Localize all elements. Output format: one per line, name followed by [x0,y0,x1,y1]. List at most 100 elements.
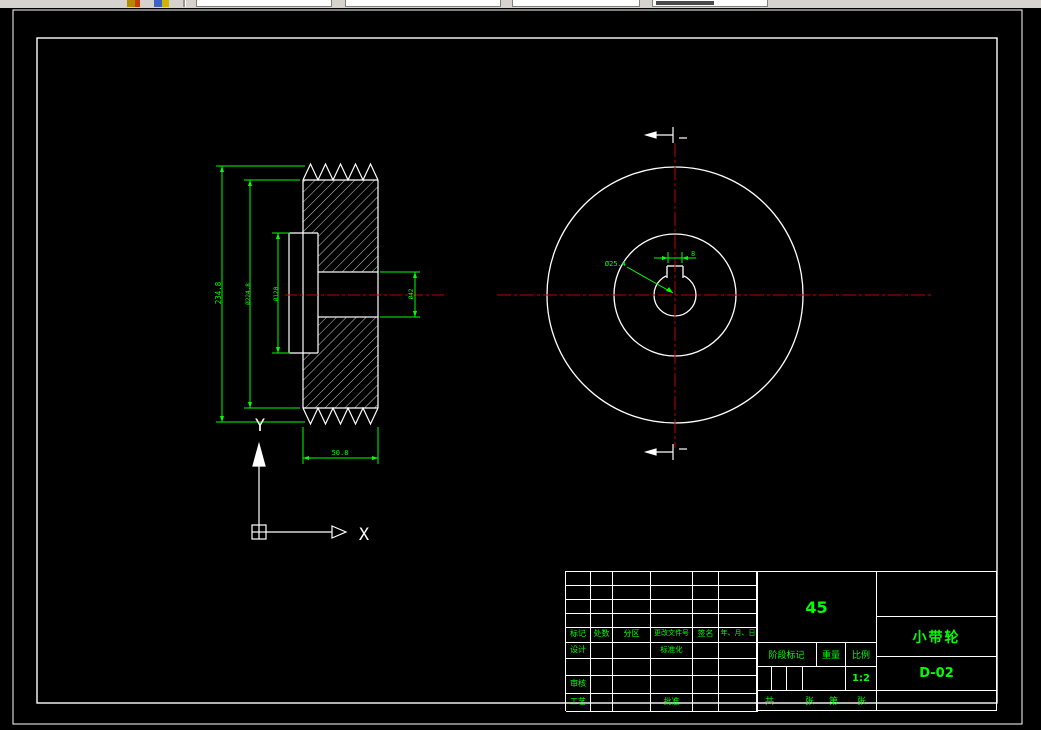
design-label: 设计 [566,643,591,659]
grid-cell [566,572,591,586]
grid-cell [566,600,591,614]
layer-combo[interactable] [196,0,332,7]
lineweight-swatch [656,1,714,5]
scale-value-cell: 1:2 [845,666,877,691]
stage-sub-cell [756,666,772,691]
grid-cell [719,614,758,628]
approve-label: 批准 [651,694,693,712]
title-block-grid: 标记 处数 分区 更改文件号 签名 年、月、日 设计 标准化 审核 工艺 批准 [565,571,758,712]
header-zone: 分区 [613,628,651,643]
bottom-right-cell [876,690,997,711]
grid-cell [591,676,613,694]
grid-cell [719,694,758,712]
grid-cell [651,572,693,586]
grid-cell [693,586,719,600]
bore-leader-arrow [666,287,673,293]
grid-cell [651,586,693,600]
grid-cell [591,659,613,676]
grid-cell [591,614,613,628]
dim-outer-diameter: 234.8 [214,281,223,304]
grid-cell [693,643,719,659]
header-signature: 签名 [693,628,719,643]
grid-cell [566,659,591,676]
grid-cell [613,600,651,614]
grid-cell [719,600,758,614]
lineweight-combo[interactable] [652,0,768,7]
grid-cell [693,676,719,694]
material-cell: 45 [756,571,877,643]
scale-cell: 比例 [845,642,877,667]
grid-cell [719,572,758,586]
toolbar-icon-3d[interactable] [154,0,169,7]
sheets-page2-label: 张 [857,697,867,707]
grid-cell [693,572,719,586]
header-date: 年、月、日 [719,628,758,643]
grid-cell [613,694,651,712]
grid-cell [719,676,758,694]
toolbar-icon-plot[interactable] [127,0,140,7]
dim-hub-diameter: Ø120 [273,286,280,301]
grid-cell [651,600,693,614]
standardization-label: 标准化 [651,643,693,659]
dim-bore-diameter: Ø25.4 [605,260,626,268]
hatch-area-bottom [303,317,378,408]
grid-cell [613,586,651,600]
drawing-canvas[interactable]: 234.8 Ø224.8 Ø120 Ø42 50.8 8 Ø25.4 Y X 标… [0,8,1041,730]
front-view: 8 Ø25.4 [497,127,933,460]
grid-cell [613,676,651,694]
toolbar-separator [183,0,186,7]
grid-cell [693,694,719,712]
material-value: 45 [805,597,828,617]
weight-value-cell [802,666,846,691]
part-name-cell: 小带轮 [876,616,997,657]
title-block: 标记 处数 分区 更改文件号 签名 年、月、日 设计 标准化 审核 工艺 批准 [565,571,997,712]
weight-cell: 重量 [816,642,846,667]
grid-cell [693,659,719,676]
hatch-area-top [303,180,378,272]
grid-cell [591,586,613,600]
grid-cell [613,643,651,659]
grid-cell [719,586,758,600]
review-label: 审核 [566,676,591,694]
dim-root-diameter: Ø224.8 [245,283,252,305]
grid-cell [693,600,719,614]
grid-cell [591,600,613,614]
grid-cell [613,659,651,676]
grid-cell [719,659,758,676]
header-mark: 标记 [566,628,591,643]
company-cell [876,571,997,617]
sheets-total-label: 共 [765,697,775,707]
grid-cell [651,676,693,694]
grid-cell [613,572,651,586]
grid-cell [591,572,613,586]
dim-bore-span: Ø42 [408,288,415,299]
ucs-x-label: X [359,525,370,545]
process-label: 工艺 [566,694,591,712]
sheets-sheet-label: 张 [805,697,815,707]
grid-cell [591,694,613,712]
grid-cell [566,586,591,600]
color-combo[interactable] [345,0,501,7]
linetype-combo[interactable] [512,0,640,7]
header-change-doc: 更改文件号 [651,628,693,643]
sheets-cell: 共 张 第 张 [756,690,877,711]
grid-cell [651,659,693,676]
grid-cell [719,643,758,659]
application-window: 234.8 Ø224.8 Ø120 Ø42 50.8 8 Ø25.4 Y X 标… [0,0,1041,730]
ucs-y-label: Y [255,416,265,436]
grid-cell [591,643,613,659]
sheets-page-label: 第 [829,697,839,707]
section-view [285,162,445,426]
dim-keyway-width: 8 [691,250,695,258]
dim-face-width: 50.8 [332,449,349,457]
grid-cell [613,614,651,628]
section-mark-bottom [643,444,687,460]
grid-cell [693,614,719,628]
stage-sub-cell [786,666,803,691]
section-mark-top [643,127,687,143]
stage-mark-cell: 阶段标记 [756,642,817,667]
drawing-number-cell: D-02 [876,656,997,691]
grid-cell [566,614,591,628]
header-count: 处数 [591,628,613,643]
stage-sub-cell [771,666,787,691]
